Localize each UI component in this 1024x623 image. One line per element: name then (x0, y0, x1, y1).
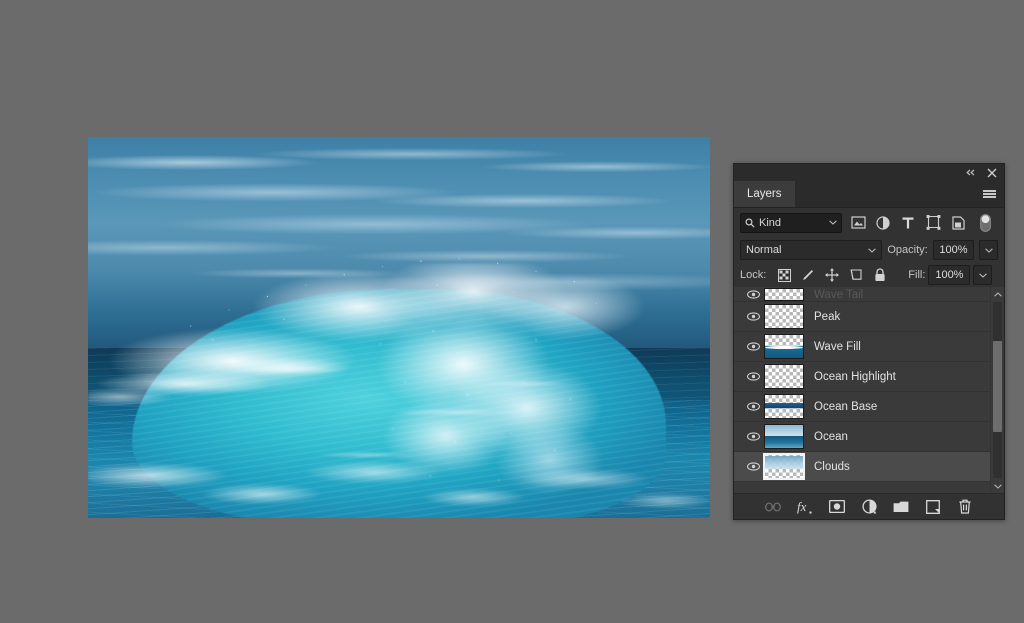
layers-list[interactable]: Wave Tail Peak Wave Fill Ocean Highlight Oc… (734, 287, 990, 493)
table-row-partial[interactable]: Wave Tail (734, 287, 990, 302)
scrollbar-track[interactable] (993, 302, 1002, 478)
layers-scrollbar[interactable] (990, 287, 1004, 493)
visibility-toggle-icon[interactable] (742, 332, 764, 361)
visibility-toggle-icon[interactable] (742, 392, 764, 421)
visibility-toggle-icon[interactable] (742, 362, 764, 391)
lock-label: Lock: (740, 269, 766, 281)
visibility-toggle-icon[interactable] (742, 422, 764, 451)
fill-label: Fill: (908, 269, 925, 281)
layers-panel: Layers Kind (733, 163, 1005, 520)
tab-layers[interactable]: Layers (734, 181, 795, 207)
layer-filter-row: Kind (734, 208, 1004, 237)
fill-input[interactable]: 100% (928, 265, 970, 285)
filter-type-icon[interactable] (896, 212, 921, 234)
chevron-down-icon (829, 220, 837, 225)
table-row[interactable]: Wave Fill (734, 332, 990, 362)
blend-mode-value: Normal (746, 244, 868, 256)
layer-name: Wave Fill (814, 341, 861, 353)
table-row[interactable]: Ocean Base (734, 392, 990, 422)
lock-position-icon[interactable] (821, 265, 843, 285)
visibility-toggle-icon[interactable] (742, 452, 764, 481)
filter-toggle-switch[interactable] (974, 212, 998, 234)
image-canvas[interactable] (88, 137, 710, 518)
chevron-down-icon (868, 248, 876, 253)
table-row[interactable]: Ocean Highlight (734, 362, 990, 392)
lock-image-pixels-icon[interactable] (797, 265, 819, 285)
artwork-peak-layer (125, 244, 672, 358)
lock-buttons (773, 265, 891, 285)
filter-type-icons (846, 212, 971, 234)
hamburger-menu-icon[interactable] (975, 181, 1004, 207)
scrollbar-thumb[interactable] (993, 341, 1002, 433)
layer-thumbnail[interactable] (764, 288, 804, 301)
svg-text:fx: fx (797, 499, 807, 514)
tab-spacer (795, 181, 975, 207)
fill-stepper[interactable] (973, 265, 992, 285)
chevron-up-icon[interactable] (994, 287, 1002, 301)
layer-name: Ocean (814, 431, 848, 443)
layer-name: Peak (814, 311, 840, 323)
new-group-button[interactable] (892, 498, 910, 516)
layer-thumbnail[interactable] (764, 304, 804, 329)
lock-artboard-nesting-icon[interactable] (845, 265, 867, 285)
filter-kind-label: Kind (759, 217, 825, 229)
opacity-stepper[interactable] (979, 240, 998, 260)
visibility-toggle-icon[interactable] (742, 302, 764, 331)
layer-name: Clouds (814, 461, 850, 473)
adjustment-layer-button[interactable] (860, 498, 878, 516)
layer-thumbnail[interactable] (764, 364, 804, 389)
layers-list-container: Wave Tail Peak Wave Fill Ocean Highlight Oc… (734, 287, 1004, 493)
blend-mode-select[interactable]: Normal (740, 240, 882, 260)
panel-tab-row: Layers (734, 181, 1004, 208)
filter-kind-select[interactable]: Kind (740, 213, 842, 233)
filter-shape-icon[interactable] (921, 212, 946, 234)
lock-transparent-pixels-icon[interactable] (773, 265, 795, 285)
layer-thumbnail[interactable] (764, 334, 804, 359)
blend-mode-row: Normal Opacity: 100% (734, 237, 1004, 263)
table-row[interactable]: Ocean (734, 422, 990, 452)
artwork-foreground-foam (88, 442, 710, 518)
layer-style-button[interactable]: fx (796, 498, 814, 516)
panel-titlebar (734, 164, 1004, 181)
delete-layer-button[interactable] (956, 498, 974, 516)
layer-name: Wave Tail (814, 289, 863, 301)
layer-mask-button[interactable] (828, 498, 846, 516)
layers-bottom-toolbar: fx (734, 493, 1004, 519)
layer-thumbnail[interactable] (764, 394, 804, 419)
filter-pixel-icon[interactable] (846, 212, 871, 234)
filter-smart-object-icon[interactable] (946, 212, 971, 234)
collapse-panel-icon[interactable] (965, 168, 976, 177)
table-row[interactable]: Peak (734, 302, 990, 332)
link-layers-button[interactable] (764, 498, 782, 516)
new-layer-button[interactable] (924, 498, 942, 516)
opacity-label: Opacity: (887, 244, 927, 256)
layer-thumbnail[interactable] (764, 424, 804, 449)
close-icon[interactable] (987, 168, 997, 178)
lock-row: Lock: Fill: 100% (734, 263, 1004, 287)
visibility-toggle-icon[interactable] (742, 287, 764, 301)
tab-layers-label: Layers (747, 188, 782, 200)
lock-all-icon[interactable] (869, 265, 891, 285)
filter-adjustment-icon[interactable] (871, 212, 896, 234)
layer-name: Ocean Base (814, 401, 877, 413)
chevron-down-icon[interactable] (994, 479, 1002, 493)
layer-thumbnail[interactable] (764, 454, 804, 479)
opacity-input[interactable]: 100% (933, 240, 975, 260)
layer-name: Ocean Highlight (814, 371, 896, 383)
search-icon (745, 218, 755, 228)
screen: Layers Kind (0, 0, 1024, 623)
table-row[interactable]: Clouds (734, 452, 990, 482)
